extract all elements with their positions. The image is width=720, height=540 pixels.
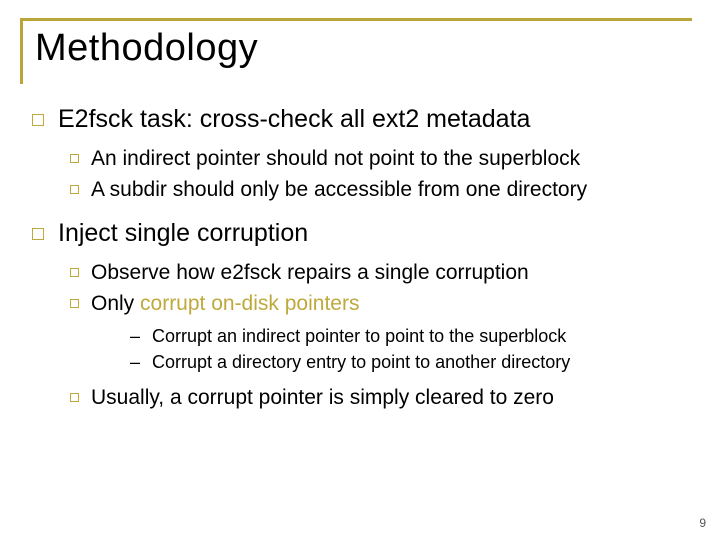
bullet-text: Only corrupt on-disk pointers (91, 290, 359, 318)
bullet-text: Inject single corruption (58, 218, 308, 249)
page-number: 9 (699, 516, 706, 530)
square-bullet-icon (70, 299, 79, 308)
bullet-lvl3: – Corrupt an indirect pointer to point t… (130, 324, 692, 348)
accent-text: corrupt on-disk pointers (140, 292, 359, 315)
title-container: Methodology (20, 18, 692, 84)
bullet-text: A subdir should only be accessible from … (91, 176, 587, 204)
bullet-text: Observe how e2fsck repairs a single corr… (91, 259, 529, 287)
bullet-lvl1: Inject single corruption (32, 218, 692, 249)
bullet-lvl2: Usually, a corrupt pointer is simply cle… (70, 384, 692, 412)
section-inject: Inject single corruption Observe how e2f… (32, 218, 692, 413)
bullet-lvl2: An indirect pointer should not point to … (70, 145, 692, 173)
section-e2fsck: E2fsck task: cross-check all ext2 metada… (32, 104, 692, 204)
bullet-text: Corrupt a directory entry to point to an… (152, 350, 570, 374)
bullet-text: Usually, a corrupt pointer is simply cle… (91, 384, 554, 412)
slide-title: Methodology (35, 27, 692, 70)
square-bullet-icon (70, 154, 79, 163)
sublist: An indirect pointer should not point to … (70, 145, 692, 204)
bullet-text: An indirect pointer should not point to … (91, 145, 580, 173)
bullet-lvl2: A subdir should only be accessible from … (70, 176, 692, 204)
dash-bullet-icon: – (130, 324, 140, 348)
bullet-lvl2: Only corrupt on-disk pointers (70, 290, 692, 318)
sublist: Observe how e2fsck repairs a single corr… (70, 259, 692, 413)
square-bullet-icon (32, 114, 44, 126)
dash-bullet-icon: – (130, 350, 140, 374)
sub-sublist: – Corrupt an indirect pointer to point t… (130, 324, 692, 375)
square-bullet-icon (70, 393, 79, 402)
bullet-text: Corrupt an indirect pointer to point to … (152, 324, 566, 348)
square-bullet-icon (70, 268, 79, 277)
bullet-lvl2: Observe how e2fsck repairs a single corr… (70, 259, 692, 287)
bullet-text: E2fsck task: cross-check all ext2 metada… (58, 104, 530, 135)
square-bullet-icon (70, 185, 79, 194)
bullet-lvl1: E2fsck task: cross-check all ext2 metada… (32, 104, 692, 135)
square-bullet-icon (32, 228, 44, 240)
bullet-lvl3: – Corrupt a directory entry to point to … (130, 350, 692, 374)
bullet-text-prefix: Only (91, 292, 140, 315)
